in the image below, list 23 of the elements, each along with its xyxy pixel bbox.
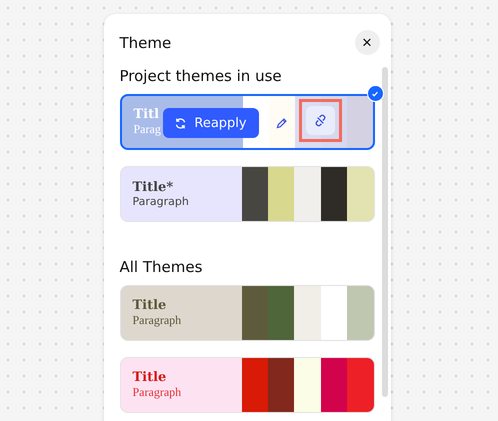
pencil-icon (275, 116, 288, 130)
section-heading: All Themes (120, 258, 204, 276)
refresh-icon (174, 116, 188, 130)
close-button[interactable]: × (354, 30, 380, 55)
unlink-button[interactable] (306, 106, 334, 135)
theme-card[interactable]: Title* Paragraph (120, 166, 374, 222)
section-heading: Project themes in use (120, 67, 283, 85)
broken-link-icon (312, 113, 328, 128)
theme-card[interactable]: Title Paragraph (120, 285, 374, 341)
theme-card[interactable]: Titl Parag Reapply (120, 94, 374, 150)
theme-title-sample: Title* (132, 180, 174, 195)
theme-paragraph-sample: Paragraph (132, 195, 189, 208)
reapply-button[interactable]: Reapply (162, 108, 258, 138)
selected-check-icon (366, 85, 384, 102)
theme-title-sample: Title (132, 370, 166, 385)
theme-title-sample: Titl (134, 107, 160, 122)
theme-paragraph-sample: Paragraph (132, 313, 182, 328)
scrollbar[interactable] (382, 67, 388, 397)
theme-paragraph-sample: Parag (134, 122, 161, 137)
panel-title: Theme (120, 34, 172, 52)
theme-title-sample: Title (132, 298, 166, 313)
theme-card[interactable]: Title Paragraph (120, 357, 374, 413)
theme-paragraph-sample: Paragraph (132, 385, 182, 400)
